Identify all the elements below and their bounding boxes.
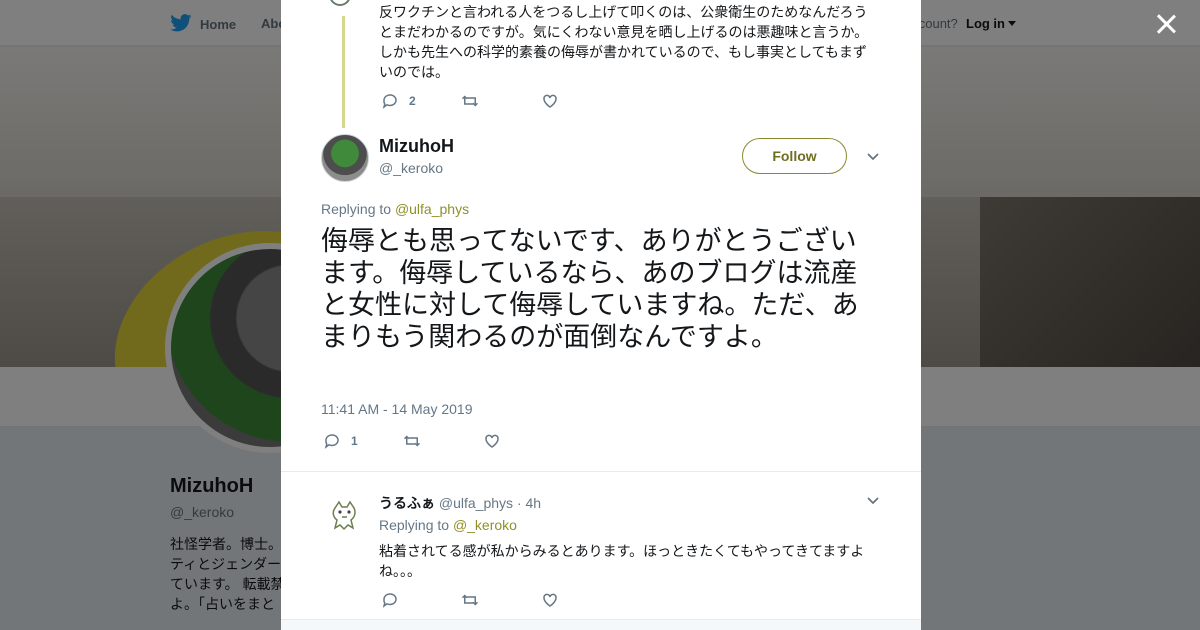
reply-count: 1 <box>351 434 358 448</box>
chevron-down-icon[interactable] <box>867 497 879 505</box>
reply-icon <box>382 593 397 608</box>
main-tweet-avatar[interactable] <box>321 134 369 182</box>
replying-prefix: Replying to <box>379 517 450 533</box>
retweet-icon <box>403 435 421 447</box>
parent-tweet-actions: 2 <box>381 92 621 110</box>
like-icon <box>485 434 499 448</box>
main-tweet-timestamp[interactable]: 11:41 AM - 14 May 2019 <box>321 401 473 417</box>
reply-button[interactable] <box>381 591 461 609</box>
replying-to-mention[interactable]: @_keroko <box>453 517 517 533</box>
reply-tweet-replying-to: Replying to @_keroko <box>379 517 517 533</box>
chevron-down-icon[interactable] <box>867 153 879 161</box>
main-tweet-header: MizuhoH @_keroko Follow <box>321 134 881 184</box>
reply-count: 2 <box>409 94 416 108</box>
like-icon <box>543 94 557 108</box>
reply-tweet-avatar[interactable] <box>323 494 365 538</box>
main-tweet-author-handle[interactable]: @_keroko <box>379 160 443 176</box>
reply-tweet-author-handle[interactable]: @ulfa_phys <box>439 495 513 511</box>
retweet-button[interactable] <box>461 591 541 609</box>
retweet-icon <box>461 594 479 606</box>
reply-tweet-actions <box>381 591 621 609</box>
reply-button[interactable]: 2 <box>381 92 461 110</box>
like-button[interactable] <box>541 591 621 609</box>
modal-footer-edge <box>281 619 921 630</box>
like-icon <box>543 593 557 607</box>
tweet-divider <box>281 471 921 472</box>
main-tweet-author-name[interactable]: MizuhoH <box>379 136 454 157</box>
parent-tweet: 反ワクチンと言われる人をつるし上げて叩くのは、公衆衛生のためなんだろうとまだわか… <box>281 0 921 128</box>
main-tweet-text: 侮辱とも思ってないです、ありがとうございます。侮辱しているなら、あのブログは流産… <box>321 226 859 353</box>
reply-icon <box>382 94 397 109</box>
parent-tweet-text: 反ワクチンと言われる人をつるし上げて叩くのは、公衆衛生のためなんだろうとまだわか… <box>379 4 869 80</box>
main-tweet-replying-to: Replying to @ulfa_phys <box>321 201 469 217</box>
parent-tweet-avatar[interactable] <box>329 0 351 6</box>
follow-button[interactable]: Follow <box>742 138 847 174</box>
like-button[interactable] <box>483 432 563 450</box>
reply-tweet-time[interactable]: · 4h <box>517 495 541 511</box>
retweet-button[interactable] <box>403 432 483 450</box>
tweet-permalink-modal: 反ワクチンと言われる人をつるし上げて叩くのは、公衆衛生のためなんだろうとまだわか… <box>281 0 921 630</box>
replying-prefix: Replying to <box>321 201 392 217</box>
thread-connector-line <box>342 16 345 128</box>
close-icon[interactable] <box>1154 12 1178 36</box>
reply-icon <box>324 434 339 449</box>
retweet-icon <box>461 95 479 107</box>
main-tweet-actions: 1 <box>323 432 563 450</box>
reply-button[interactable]: 1 <box>323 432 403 450</box>
reply-tweet-author-name[interactable]: うるふぁ <box>379 495 435 511</box>
reply-tweet-text: 粘着されてる感が私からみるとあります。ほっときたくてもやってきてますよね。。。 <box>379 543 865 579</box>
replying-to-mention[interactable]: @ulfa_phys <box>395 201 469 217</box>
like-button[interactable] <box>541 92 621 110</box>
retweet-button[interactable] <box>461 92 541 110</box>
reply-tweet-header: うるふぁ @ulfa_phys · 4h <box>379 493 541 513</box>
